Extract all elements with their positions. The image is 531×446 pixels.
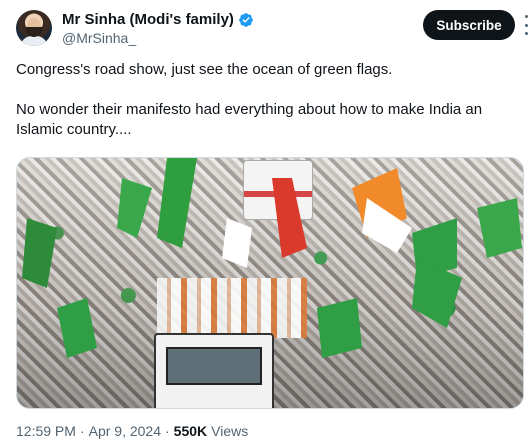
more-vertical-icon[interactable] bbox=[523, 15, 529, 35]
views-count[interactable]: 550K bbox=[174, 423, 207, 439]
views-label: Views bbox=[211, 423, 249, 439]
meta-separator: · bbox=[79, 423, 85, 439]
tweet-date[interactable]: Apr 9, 2024 bbox=[89, 423, 161, 439]
tweet-text: Congress's road show, just see the ocean… bbox=[16, 60, 521, 140]
name-row: Mr Sinha (Modi's family) bbox=[62, 11, 254, 28]
tweet-paragraph-1: Congress's road show, just see the ocean… bbox=[16, 61, 393, 78]
verified-badge-icon bbox=[239, 12, 253, 27]
meta-separator: · bbox=[165, 423, 170, 439]
tweet-photo[interactable] bbox=[16, 157, 524, 409]
subscribe-button[interactable]: Subscribe bbox=[423, 10, 515, 40]
tweet-meta: 12:59 PM · Apr 9, 2024 · 550K Views bbox=[16, 423, 248, 439]
people-on-vehicle bbox=[157, 278, 307, 338]
user-handle[interactable]: @MrSinha_ bbox=[62, 30, 136, 46]
display-name[interactable]: Mr Sinha (Modi's family) bbox=[62, 11, 234, 28]
tweet-paragraph-2: No wonder their manifesto had everything… bbox=[16, 101, 483, 138]
tweet-time[interactable]: 12:59 PM bbox=[16, 423, 76, 439]
avatar[interactable] bbox=[16, 10, 52, 46]
roadshow-truck bbox=[154, 333, 274, 408]
